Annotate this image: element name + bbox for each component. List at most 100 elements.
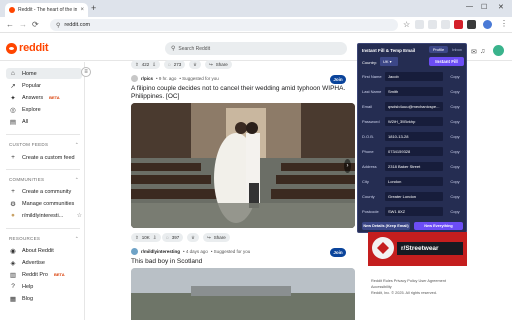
tab-profile[interactable]: Profile	[429, 46, 448, 53]
address-bar[interactable]: ⚲ reddit.com	[50, 19, 398, 31]
popular-icon: ↗	[10, 82, 16, 90]
new-tab-button[interactable]: +	[91, 3, 96, 13]
forward-button[interactable]: →	[19, 20, 27, 29]
extension-icon[interactable]	[428, 20, 437, 29]
streetwear-label[interactable]: r/Streetwear	[397, 242, 463, 255]
instant-fill-button[interactable]: Instant Fill	[429, 57, 464, 66]
footer-copyright: Reddit, Inc. © 2025. All rights reserved…	[371, 291, 437, 295]
upvote-icon[interactable]: ⇧	[135, 62, 139, 68]
copy-button[interactable]: Copy	[447, 74, 463, 79]
chat-icon[interactable]: ✉	[471, 48, 477, 56]
downvote-icon[interactable]: ⇩	[152, 62, 156, 68]
phone-field[interactable]: 0734159328	[385, 147, 443, 156]
share-button[interactable]: ↪ Share	[203, 233, 230, 242]
tab-inbox[interactable]: Inbox	[449, 46, 465, 53]
reddit-logo-icon[interactable]	[6, 43, 17, 54]
bookmark-star-icon[interactable]: ☆	[403, 20, 410, 29]
sidebar-item-create-custom-feed[interactable]: + Create a custom feed	[6, 152, 82, 163]
sidebar-item-community[interactable]: ● r/mildlyinteresti... ☆	[6, 210, 82, 221]
vote-pill[interactable]: ⇧ 10K ⇩	[131, 233, 161, 242]
sidebar-item-answers[interactable]: ✦ Answers BETA	[6, 92, 82, 103]
resources-heading[interactable]: RESOURCES ⌃	[9, 236, 79, 242]
user-avatar-icon[interactable]	[493, 45, 504, 56]
copy-button[interactable]: Copy	[447, 104, 463, 109]
reddit-logo-text[interactable]: reddit	[19, 42, 49, 54]
comment-count: 397	[171, 235, 180, 240]
reddit-footer: Reddit Rules Privacy Policy User Agreeme…	[371, 278, 468, 296]
password-field[interactable]: W2iH_3!lBvkhp	[385, 117, 443, 126]
downvote-icon[interactable]: ⇩	[153, 235, 157, 241]
join-button[interactable]: Join	[330, 248, 346, 257]
puzzle-extensions-icon[interactable]	[467, 20, 476, 29]
search-input[interactable]: ⚲ Search Reddit	[165, 42, 347, 55]
subreddit-avatar-icon[interactable]	[131, 248, 138, 255]
sidebar-item-home[interactable]: ⌂ Home	[6, 68, 82, 79]
copy-button[interactable]: Copy	[447, 164, 463, 169]
new-details-button[interactable]: New Details (Keep Email)	[362, 222, 410, 230]
copy-button[interactable]: Copy	[447, 194, 463, 199]
comment-icon: ◌	[168, 62, 171, 67]
post-title[interactable]: A filipino couple decides not to cancel …	[131, 85, 353, 101]
post-title[interactable]: This bad boy in Scotland	[131, 258, 353, 266]
subreddit-name[interactable]: r/pics	[141, 76, 153, 81]
email-field[interactable]: qwdsb4uuu@mechanicspe...	[385, 102, 443, 111]
copy-button[interactable]: Copy	[447, 149, 463, 154]
last-name-field[interactable]: Smith	[385, 87, 443, 96]
sidebar-item-create-community[interactable]: + Create a community	[6, 186, 82, 197]
copy-button[interactable]: Copy	[447, 209, 463, 214]
copy-button[interactable]: Copy	[447, 134, 463, 139]
sidebar-item-about-reddit[interactable]: ◉ About Reddit	[6, 245, 82, 256]
extension-icon[interactable]	[441, 20, 450, 29]
new-everything-button[interactable]: New Everything	[414, 222, 463, 230]
country-select[interactable]: UK ▾	[380, 57, 398, 66]
copy-button[interactable]: Copy	[447, 179, 463, 184]
sidebar-item-help[interactable]: ? Help	[6, 281, 82, 292]
vote-pill[interactable]: ⇧ 422 ⇩	[131, 60, 161, 69]
copy-button[interactable]: Copy	[447, 119, 463, 124]
carousel-next-icon[interactable]: ›	[344, 159, 351, 173]
address-field[interactable]: 2318 Baker Street	[385, 162, 443, 171]
site-info-icon[interactable]: ⚲	[56, 22, 60, 29]
dob-field[interactable]: 1810-13-28	[385, 132, 443, 141]
city-field[interactable]: London	[385, 177, 443, 186]
communities-heading[interactable]: COMMUNITIES ⌃	[9, 177, 79, 183]
back-button[interactable]: ←	[6, 20, 14, 29]
tab-reddit[interactable]: Reddit - The heart of the intern ×	[5, 3, 88, 17]
share-button[interactable]: ↪ Share	[205, 60, 232, 69]
profile-avatar-icon[interactable]	[483, 20, 492, 29]
comments-button[interactable]: ◌ 273	[164, 60, 186, 69]
county-field[interactable]: Greater London	[385, 192, 443, 201]
close-window-button[interactable]: ✕	[498, 3, 504, 11]
upvote-icon[interactable]: ⇧	[135, 235, 139, 241]
sidebar-item-manage-communities[interactable]: ⚙ Manage communities	[6, 198, 82, 209]
join-button[interactable]: Join	[330, 75, 346, 84]
sidebar-item-explore[interactable]: ◎ Explore	[6, 104, 82, 115]
tab-close-icon[interactable]: ×	[80, 7, 84, 13]
suggested-label: • Suggested for you	[179, 76, 219, 81]
postcode-field[interactable]: SW1 8XZ	[385, 207, 443, 216]
award-button[interactable]: ♕	[189, 60, 202, 69]
comments-button[interactable]: ◌ 397	[162, 233, 184, 242]
instant-fill-extension-icon[interactable]	[454, 20, 463, 29]
maximize-button[interactable]: ☐	[481, 3, 487, 11]
post-image[interactable]	[131, 268, 355, 320]
copy-button[interactable]: Copy	[447, 89, 463, 94]
custom-feeds-heading[interactable]: CUSTOM FEEDS ⌃	[9, 142, 79, 148]
subreddit-avatar-icon[interactable]	[131, 75, 138, 82]
favorite-star-icon[interactable]: ☆	[77, 212, 82, 219]
minimize-button[interactable]: —	[466, 3, 473, 10]
extension-icon[interactable]	[415, 20, 424, 29]
notification-bell-icon[interactable]: ♫	[480, 48, 485, 55]
browser-menu-icon[interactable]: ⋮	[500, 19, 508, 28]
sidebar-item-blog[interactable]: ▦ Blog	[6, 293, 82, 304]
sidebar-item-all[interactable]: ▤ All	[6, 116, 82, 127]
post-image[interactable]: ›	[131, 103, 355, 228]
collapse-sidebar-button[interactable]: ≡	[81, 67, 91, 77]
first-name-field[interactable]: Jacob	[385, 72, 443, 81]
award-button[interactable]: ♕	[187, 233, 200, 242]
subreddit-name[interactable]: r/mildlyinteresting	[141, 249, 180, 254]
sidebar-item-reddit-pro[interactable]: ▥ Reddit Pro BETA	[6, 269, 82, 280]
sidebar-item-advertise[interactable]: ◈ Advertise	[6, 257, 82, 268]
reload-button[interactable]: ⟳	[32, 20, 39, 29]
sidebar-item-popular[interactable]: ↗ Popular	[6, 80, 82, 91]
